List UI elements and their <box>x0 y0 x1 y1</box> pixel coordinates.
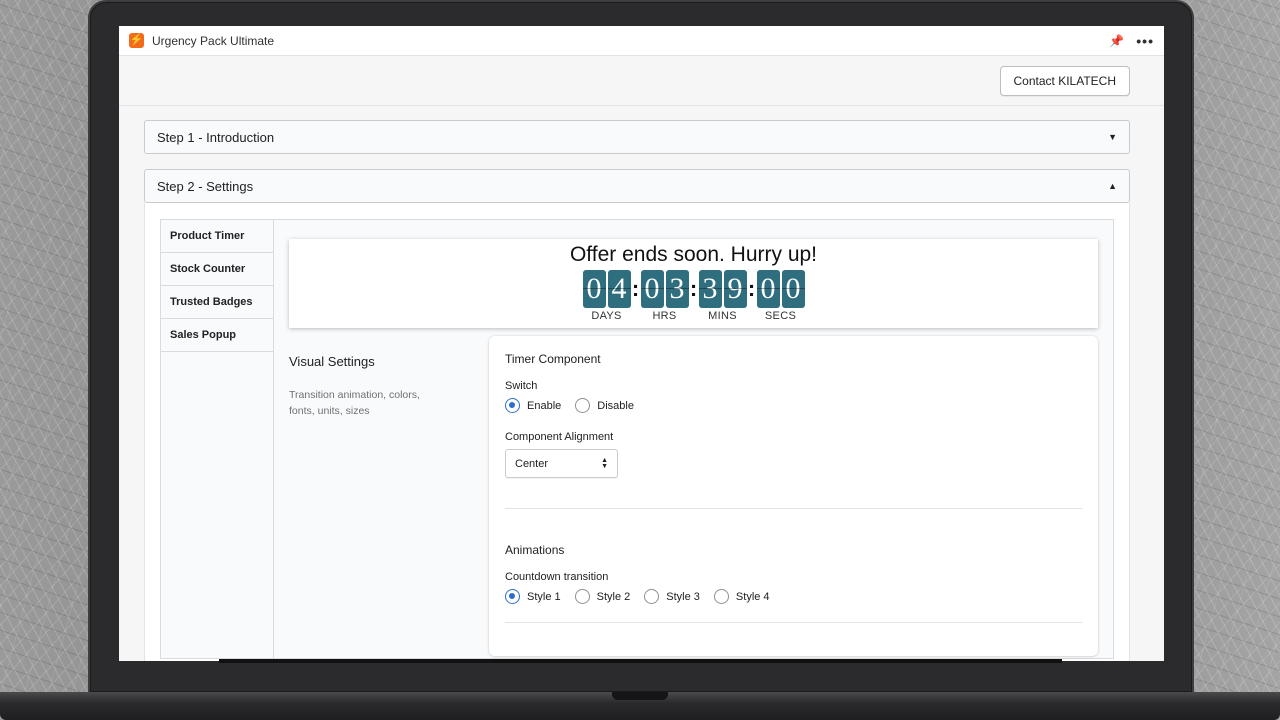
radio-label: Style 1 <box>527 590 561 603</box>
contact-button[interactable]: Contact KILATECH <box>999 65 1130 96</box>
visual-settings-section: Visual Settings Transition animation, co… <box>289 336 1098 656</box>
digit: 3 <box>665 270 689 308</box>
digit: 0 <box>781 270 805 308</box>
lightning-bolt-icon: ⚡ <box>129 33 144 48</box>
accordion-step-2-body: Product Timer Stock Counter Trusted Badg… <box>144 203 1130 661</box>
screen-bottom-edge <box>219 659 1062 663</box>
unit-label: DAYS <box>591 310 622 322</box>
side-tab-trusted-badges[interactable]: Trusted Badges <box>161 286 273 319</box>
digit: 9 <box>723 270 747 308</box>
digit: 0 <box>582 270 606 308</box>
settings-panel: Product Timer Stock Counter Trusted Badg… <box>160 219 1114 659</box>
timer-preview: Offer ends soon. Hurry up! 0 4 DAYS : 0 … <box>289 239 1098 328</box>
accordion-title: Step 2 - Settings <box>157 178 254 194</box>
unit-label: MINS <box>708 310 737 322</box>
accordion-step-2[interactable]: Step 2 - Settings ▲ <box>144 169 1130 203</box>
alignment-label: Component Alignment <box>505 431 614 443</box>
radio-checked-icon <box>505 589 520 604</box>
radio-label: Disable <box>597 399 634 412</box>
unit-label: HRS <box>652 310 677 322</box>
radio-unchecked-icon <box>713 589 729 604</box>
caret-down-icon: ▼ <box>1108 132 1117 142</box>
radio-unchecked-icon <box>644 589 660 604</box>
divider <box>505 508 1082 509</box>
countdown-minutes: 3 9 MINS <box>698 270 747 322</box>
radio-style-3[interactable]: Style 3 <box>644 589 700 604</box>
timer-headline: Offer ends soon. Hurry up! <box>569 243 818 266</box>
divider <box>505 622 1082 623</box>
side-tab-sales-popup[interactable]: Sales Popup <box>161 319 273 352</box>
side-tab-stock-counter[interactable]: Stock Counter <box>161 253 273 286</box>
separator: : <box>631 276 640 301</box>
radio-unchecked-icon <box>575 398 591 413</box>
radio-checked-icon <box>505 398 520 413</box>
separator: : <box>689 276 698 301</box>
alignment-select[interactable]: Center ▲ ▼ <box>505 449 618 478</box>
caret-up-icon: ▲ <box>1108 181 1117 191</box>
laptop-notch <box>612 692 668 700</box>
side-tabs: Product Timer Stock Counter Trusted Badg… <box>161 220 274 658</box>
radio-disable[interactable]: Disable <box>575 398 634 413</box>
radio-enable[interactable]: Enable <box>505 398 561 413</box>
select-value: Center <box>515 457 549 470</box>
digit: 4 <box>607 270 631 308</box>
radio-label: Style 3 <box>666 590 700 603</box>
radio-style-4[interactable]: Style 4 <box>713 589 770 604</box>
countdown-hours: 0 3 HRS <box>640 270 689 322</box>
switch-label: Switch <box>505 380 538 392</box>
digit: 3 <box>698 270 722 308</box>
switch-radio-group: Enable Disable <box>505 398 1082 413</box>
pin-icon[interactable]: 📌 <box>1109 34 1124 48</box>
transition-label: Countdown transition <box>505 571 609 583</box>
radio-unchecked-icon <box>574 589 590 604</box>
title-bar: ⚡ Urgency Pack Ultimate 📌 ••• <box>119 26 1164 56</box>
digit: 0 <box>756 270 780 308</box>
select-arrows-icon: ▲ ▼ <box>601 456 608 470</box>
timer-component-card: Timer Component Switch Enable Disable Co… <box>489 336 1098 656</box>
more-horizontal-icon[interactable]: ••• <box>1136 33 1154 49</box>
radio-label: Enable <box>527 399 562 412</box>
page-header: Contact KILATECH <box>119 56 1164 106</box>
app-screen: ⚡ Urgency Pack Ultimate 📌 ••• Contact KI… <box>119 26 1164 661</box>
unit-label: SECS <box>764 310 797 322</box>
title-bar-actions: 📌 ••• <box>1109 33 1154 49</box>
product-timer-settings: Offer ends soon. Hurry up! 0 4 DAYS : 0 … <box>274 220 1113 658</box>
accordion-step-1[interactable]: Step 1 - Introduction ▼ <box>144 120 1130 154</box>
separator: : <box>747 276 756 301</box>
digit: 0 <box>640 270 664 308</box>
section-description: Transition animation, colors, fonts, uni… <box>289 389 420 417</box>
content: Step 1 - Introduction ▼ Step 2 - Setting… <box>119 106 1164 661</box>
section-title: Visual Settings <box>289 354 375 369</box>
accordion-title: Step 1 - Introduction <box>157 129 275 145</box>
transition-radio-group: Style 1 Style 2 Style 3 Style 4 <box>505 589 1082 604</box>
visual-settings-description: Visual Settings Transition animation, co… <box>289 336 489 656</box>
countdown-seconds: 0 0 SECS <box>756 270 805 322</box>
side-tab-product-timer[interactable]: Product Timer <box>161 220 273 253</box>
app-title: Urgency Pack Ultimate <box>152 33 275 48</box>
radio-style-2[interactable]: Style 2 <box>574 589 631 604</box>
card-title: Timer Component <box>505 352 601 366</box>
countdown: 0 4 DAYS : 0 3 HRS: 3 9 MINS: 0 0 SECS <box>289 270 1098 322</box>
radio-label: Style 2 <box>596 590 631 603</box>
countdown-days: 0 4 DAYS <box>582 270 631 322</box>
radio-style-1[interactable]: Style 1 <box>505 589 561 604</box>
card-title: Animations <box>505 543 565 557</box>
radio-label: Style 4 <box>735 590 770 603</box>
